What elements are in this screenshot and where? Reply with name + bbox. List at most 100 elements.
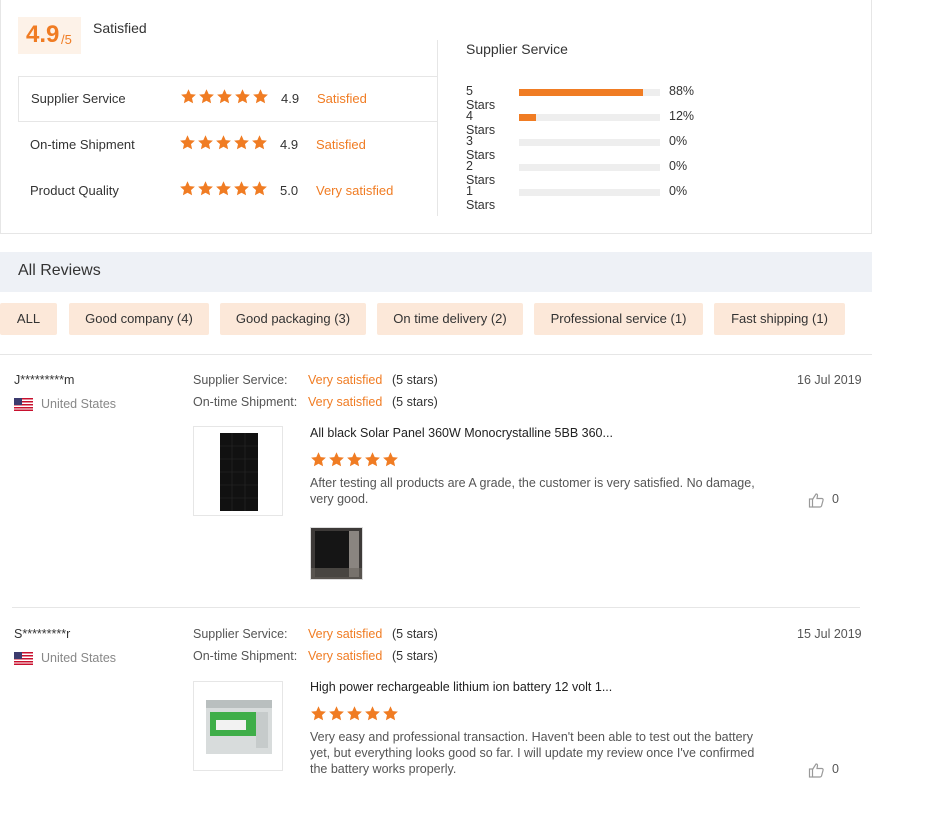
reviews-top-divider [0,354,872,355]
review-text: Very easy and professional transaction. … [310,730,755,776]
supplier-service-value: Very satisfied [308,373,383,387]
star-icon [235,89,250,104]
metric-label: On-time Shipment [30,137,135,152]
reviewer-country: United States [41,651,117,665]
us-flag-icon [14,652,33,665]
distribution-bar-track [519,89,660,96]
reviewer-name: J*********m [14,373,75,387]
review-stars [310,705,400,725]
metric-row-on-time-shipment[interactable]: On-time Shipment 4.9 Satisfied [18,123,438,169]
summary-divider [437,40,438,216]
distribution-bar-fill [519,89,644,96]
distribution-bar-track [519,139,660,146]
metric-status: Very satisfied [316,183,394,198]
star-icon [347,452,362,467]
distribution-percent: 0% [669,159,688,173]
star-icon [217,89,232,104]
supplier-service-value: Very satisfied [308,627,383,641]
distribution-percent: 0% [669,134,688,148]
star-icon [180,181,195,196]
overall-rating-label: Satisfied [93,20,147,36]
product-title-link[interactable]: All black Solar Panel 360W Monocrystalli… [310,426,613,440]
star-icon [311,452,326,467]
on-time-shipment-stars: (5 stars) [392,395,438,409]
star-icon [347,706,362,721]
on-time-shipment-value: Very satisfied [308,395,383,409]
metric-status: Satisfied [316,137,366,152]
distribution-percent: 12% [669,109,695,123]
product-image[interactable] [193,426,283,516]
review-stars [310,451,400,471]
metric-status: Satisfied [317,91,367,106]
star-icon [329,452,344,467]
star-icon [234,181,249,196]
star-icon [253,89,268,104]
distribution-bar-track [519,189,660,196]
star-icon [252,135,267,150]
star-icon [180,135,195,150]
metric-row-product-quality[interactable]: Product Quality 5.0 Very satisfied [18,169,438,215]
star-icon [216,135,231,150]
star-icon [311,706,326,721]
like-count: 0 [832,762,839,776]
thumbs-up-icon[interactable] [808,762,825,782]
filter-chip-all[interactable]: ALL [0,303,57,335]
star-icon [365,452,380,467]
metric-stars [179,180,269,200]
supplier-service-stars: (5 stars) [392,627,438,641]
on-time-shipment-value: Very satisfied [308,649,383,663]
distribution-title: Supplier Service [466,41,568,57]
us-flag-icon [14,398,33,411]
distribution-label: 1 Stars [466,184,496,212]
star-icon [383,706,398,721]
star-icon [181,89,196,104]
star-icon [329,706,344,721]
reviewer-country: United States [41,397,117,411]
distribution-label: 3 Stars [466,134,496,162]
distribution-percent: 0% [669,184,688,198]
filter-chip-on-time-delivery[interactable]: On time delivery (2) [377,303,523,335]
star-icon [199,89,214,104]
product-image[interactable] [193,681,283,771]
distribution-label: 2 Stars [466,159,496,187]
all-reviews-title: All Reviews [18,262,101,279]
star-icon [198,135,213,150]
metric-row-supplier-service[interactable]: Supplier Service 4.9 Satisfied [18,76,438,122]
distribution-label: 5 Stars [466,84,496,112]
metric-score: 4.9 [281,91,300,106]
star-icon [216,181,231,196]
like-count: 0 [832,492,839,506]
filter-chip-good-company[interactable]: Good company (4) [69,303,209,335]
on-time-shipment-label: On-time Shipment: [193,395,298,409]
supplier-service-label: Supplier Service: [193,627,288,641]
distribution-bar-track [519,164,660,171]
supplier-service-label: Supplier Service: [193,373,288,387]
distribution-bar-fill [519,114,536,121]
distribution-bar-track [519,114,660,121]
star-icon [383,452,398,467]
overall-score: 4.9 [26,21,60,48]
star-icon [365,706,380,721]
filter-chip-good-packaging[interactable]: Good packaging (3) [220,303,366,335]
metric-stars [179,134,269,154]
review-text: After testing all products are A grade, … [310,476,755,506]
review-date: 16 Jul 2019 [797,373,862,387]
metric-score: 4.9 [280,137,299,152]
metric-label: Supplier Service [31,91,126,106]
star-icon [252,181,267,196]
thumbs-up-icon[interactable] [808,492,825,512]
metric-label: Product Quality [30,183,119,198]
all-reviews-header [0,252,872,292]
filter-chip-fast-shipping[interactable]: Fast shipping (1) [714,303,845,335]
review-photo-thumbnail[interactable] [310,527,363,580]
distribution-label: 4 Stars [466,109,496,137]
overall-score-suffix: /5 [61,32,72,47]
star-icon [234,135,249,150]
reviewer-name: S*********r [14,627,71,641]
distribution-percent: 88% [669,84,695,98]
metric-score: 5.0 [280,183,299,198]
product-title-link[interactable]: High power rechargeable lithium ion batt… [310,680,612,694]
supplier-service-stars: (5 stars) [392,373,438,387]
star-icon [198,181,213,196]
filter-chip-professional-service[interactable]: Professional service (1) [534,303,703,335]
